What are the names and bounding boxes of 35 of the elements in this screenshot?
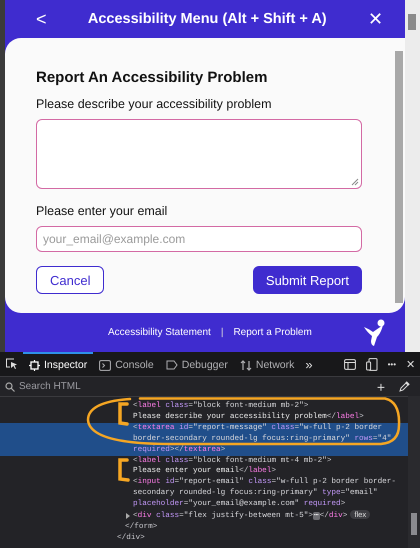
footer-link[interactable]: Accessibility Statement (108, 327, 211, 338)
scrollbar-thumb[interactable] (411, 513, 417, 535)
devtools-tab[interactable]: Inspector (23, 352, 94, 376)
search-icon (5, 382, 15, 392)
scrollbar-thumb[interactable] (395, 51, 403, 303)
search-field[interactable]: Search HTML (19, 381, 368, 392)
devtools-tab[interactable]: Network (234, 352, 300, 376)
message-field[interactable] (36, 119, 362, 189)
email-field[interactable]: your_email@example.com (36, 226, 362, 252)
cancel-button[interactable]: Cancel (36, 266, 104, 294)
add-node-button[interactable]: + (372, 378, 390, 394)
field-label: Please describe your accessibility problem (36, 97, 273, 111)
expand-arrow-icon[interactable] (125, 513, 131, 520)
network-icon (240, 360, 252, 370)
form-heading: Report An Accessibility Problem (36, 69, 268, 86)
more-tabs-button[interactable]: » (300, 356, 318, 372)
footer-link[interactable]: Report a Problem (233, 327, 312, 338)
inspector-icon (29, 360, 40, 370)
devtools-tab[interactable]: Console (93, 352, 160, 376)
close-button[interactable]: ✕ (364, 8, 387, 30)
person-logo-icon (363, 318, 387, 346)
link-separator: | (220, 327, 224, 338)
console-icon (99, 360, 112, 370)
close-button[interactable]: ✕ (401, 358, 420, 370)
menu-title: Accessibility Menu (Alt + Shift + A) (86, 11, 328, 27)
devtools-tab[interactable]: Debugger (160, 352, 234, 376)
submit-button[interactable]: Submit Report (252, 266, 362, 294)
field-label: Please enter your email (36, 204, 168, 218)
resize-grip-icon[interactable] (350, 177, 359, 186)
back-button[interactable]: < (32, 8, 51, 30)
scrollbar-thumb[interactable] (408, 14, 416, 30)
menu-button[interactable]: ••• (382, 360, 401, 368)
annotation-bracket (118, 402, 129, 426)
annotation-bracket (118, 458, 130, 482)
debugger-icon (166, 360, 178, 370)
